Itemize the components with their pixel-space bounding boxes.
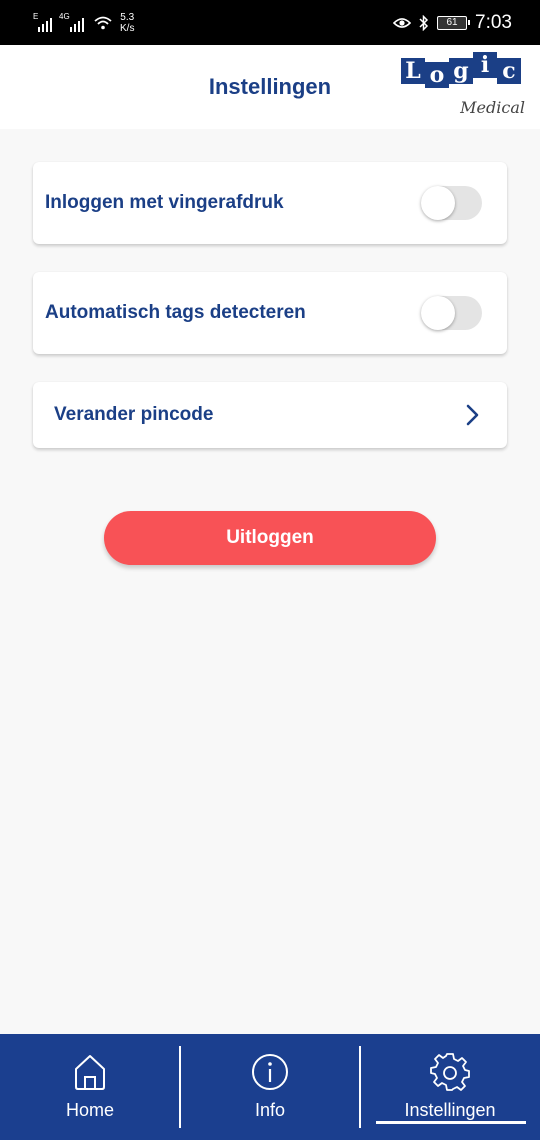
- toggle-knob: [421, 296, 455, 330]
- app-header: Instellingen L o g i c Medical: [0, 45, 540, 129]
- nav-label-info: Info: [254, 1100, 286, 1120]
- bottom-nav: Home Info Instellingen: [0, 1034, 540, 1140]
- logo-letter: L: [401, 58, 425, 84]
- logo-letter: g: [449, 58, 473, 84]
- logo-letter: o: [425, 62, 449, 88]
- nav-item-info[interactable]: Info: [180, 1034, 360, 1140]
- nav-divider: [359, 1046, 361, 1128]
- battery-level: 61: [446, 17, 458, 28]
- nav-item-settings[interactable]: Instellingen: [360, 1034, 540, 1140]
- battery-icon: 61: [437, 15, 471, 30]
- fingerprint-setting-card: Inloggen met vingerafdruk: [33, 162, 507, 244]
- wifi-icon: [94, 16, 112, 29]
- auto-tags-setting-card: Automatisch tags detecteren: [33, 272, 507, 354]
- logo-letter: i: [473, 52, 497, 78]
- toggle-knob: [421, 186, 455, 220]
- change-pin-row[interactable]: Verander pincode: [33, 382, 507, 448]
- logo-logic-medical: L o g i c Medical: [401, 52, 525, 120]
- status-left: E 4G 5.3 K/s: [33, 11, 134, 34]
- bluetooth-icon: [419, 14, 429, 31]
- status-bar: E 4G 5.3 K/s 61 7:03: [0, 0, 540, 45]
- signal-icon: E: [33, 11, 52, 32]
- logo-subtitle: Medical: [460, 98, 525, 117]
- nav-label-home: Home: [65, 1100, 114, 1120]
- eye-icon: [393, 17, 412, 28]
- auto-tags-toggle[interactable]: [421, 296, 482, 330]
- home-icon: [75, 1055, 105, 1090]
- speed-unit: K/s: [120, 22, 135, 34]
- chevron-right-icon: [466, 404, 479, 426]
- status-right: 61 7:03: [393, 12, 512, 34]
- logout-button[interactable]: Uitloggen: [104, 511, 436, 565]
- auto-tags-label: Automatisch tags detecteren: [45, 302, 306, 323]
- signal-4g-icon: 4G: [59, 11, 84, 32]
- nav-divider: [179, 1046, 181, 1128]
- change-pin-label: Verander pincode: [54, 404, 214, 425]
- nav-label-settings: Instellingen: [404, 1100, 496, 1120]
- info-icon: [252, 1054, 288, 1090]
- logo-letter: c: [497, 58, 521, 84]
- network-speed: 5.3 K/s: [120, 12, 134, 34]
- nav-item-home[interactable]: Home: [0, 1034, 180, 1140]
- fingerprint-label: Inloggen met vingerafdruk: [45, 192, 284, 213]
- speed-value: 5.3: [120, 11, 135, 23]
- gear-icon: [430, 1053, 470, 1091]
- signal-4g-label: 4G: [59, 11, 70, 21]
- fingerprint-toggle[interactable]: [421, 186, 482, 220]
- active-tab-indicator: [376, 1121, 526, 1124]
- signal-type-label: E: [33, 11, 39, 21]
- clock: 7:03: [475, 11, 512, 33]
